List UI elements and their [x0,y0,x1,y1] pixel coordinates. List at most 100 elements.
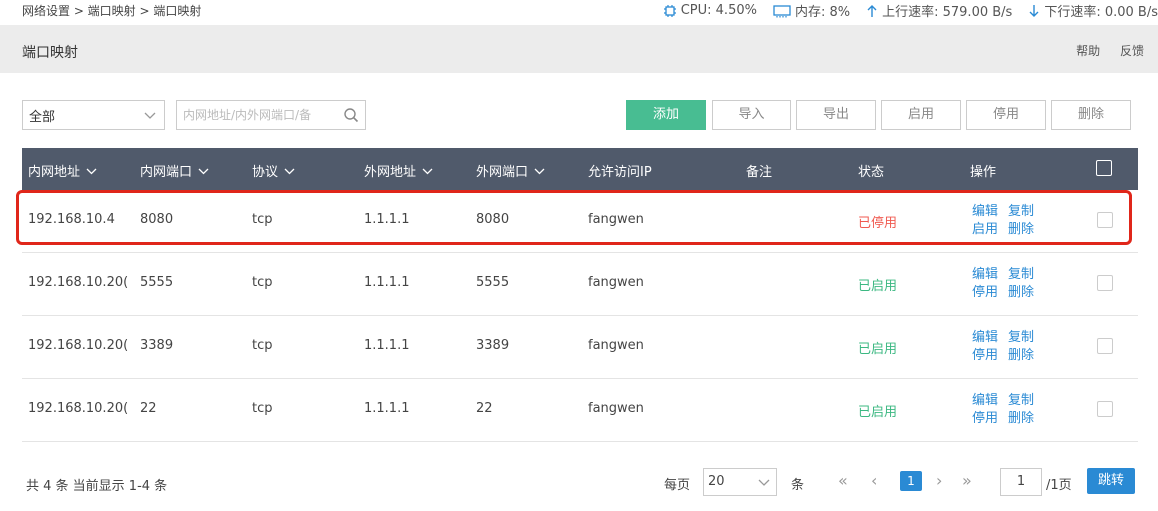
toggle-link[interactable]: 停用 [972,285,998,300]
arrow-up-icon [867,4,877,17]
search-box [176,100,366,130]
feedback-link[interactable]: 反馈 [1120,44,1144,58]
first-page-icon[interactable]: « [838,472,848,490]
toggle-link[interactable]: 启用 [972,222,998,237]
disable-button[interactable]: 停用 [966,100,1046,130]
last-page-icon[interactable]: » [962,472,972,490]
search-icon[interactable] [343,107,359,123]
delete-link[interactable]: 删除 [1008,285,1034,300]
wan-port-cell: 22 [476,401,493,416]
toolbar: 全部 添加 导入 导出 启用 停用 删除 [0,100,1158,132]
chevron-down-icon [198,168,209,174]
lan-ip-cell: 192.168.10.20( [28,401,129,416]
filter-select-value: 全部 [29,109,56,125]
toggle-link[interactable]: 停用 [972,411,998,426]
export-button[interactable]: 导出 [796,100,876,130]
edit-link[interactable]: 编辑 [972,204,998,219]
allow-ip-cell: fangwen [588,338,644,353]
status-badge: 已停用 [858,216,898,231]
add-button[interactable]: 添加 [626,100,706,130]
edit-link[interactable]: 编辑 [972,267,998,282]
chevron-down-icon [144,112,156,119]
row-actions: 编辑 复制 启用 删除 [972,203,1044,239]
total-pages: /1页 [1046,478,1072,493]
memory-icon [773,4,791,17]
column-protocol[interactable]: 协议 [252,161,295,180]
page-header: 端口映射 帮助 反馈 [0,25,1158,73]
lan-ip-cell: 192.168.10.20( [28,338,129,353]
column-wan-ip[interactable]: 外网地址 [364,161,433,180]
system-stats: CPU: 4.50% 内存: 8% 上行速率: 579.00 B/s 下行速率:… [647,1,1158,20]
page-title: 端口映射 [22,45,78,61]
wan-port-cell: 5555 [476,275,510,290]
status-badge: 已启用 [858,279,898,294]
filter-select[interactable]: 全部 [22,100,165,130]
wan-ip-cell: 1.1.1.1 [364,401,410,416]
status-badge: 已启用 [858,405,898,420]
wan-ip-cell: 1.1.1.1 [364,275,410,290]
row-checkbox[interactable] [1097,401,1113,417]
allow-ip-cell: fangwen [588,212,644,227]
help-link[interactable]: 帮助 [1076,44,1100,58]
chevron-down-icon [758,479,770,486]
lan-ip-cell: 192.168.10.4 [28,212,115,227]
protocol-cell: tcp [252,338,273,353]
current-page-button[interactable]: 1 [900,471,922,491]
column-status: 状态 [858,165,885,180]
wan-ip-cell: 1.1.1.1 [364,338,410,353]
cpu-usage: CPU: 4.50% [680,3,757,18]
wan-port-cell: 3389 [476,338,510,353]
delete-button[interactable]: 删除 [1051,100,1131,130]
delete-link[interactable]: 删除 [1008,348,1034,363]
per-page-select[interactable]: 20 [703,468,777,496]
column-allow-ip: 允许访问IP [588,165,652,180]
lan-ip-cell: 192.168.10.20( [28,275,129,290]
page-number-input[interactable]: 1 [1000,468,1042,496]
wan-ip-cell: 1.1.1.1 [364,212,410,227]
header-links: 帮助 反馈 [1060,42,1144,59]
row-checkbox[interactable] [1097,338,1113,354]
copy-link[interactable]: 复制 [1008,330,1034,345]
port-mapping-table: 内网地址 内网端口 协议 外网地址 外网端口 允许访问IP 备注 状态 操作 1… [22,148,1138,442]
search-input[interactable] [177,101,337,129]
table-header: 内网地址 内网端口 协议 外网地址 外网端口 允许访问IP 备注 状态 操作 [22,148,1138,190]
import-button[interactable]: 导入 [712,100,791,130]
next-page-icon[interactable]: › [936,472,942,490]
column-wan-port[interactable]: 外网端口 [476,161,545,180]
status-badge: 已启用 [858,342,898,357]
row-actions: 编辑 复制 停用 删除 [972,266,1044,302]
delete-link[interactable]: 删除 [1008,411,1034,426]
column-lan-ip[interactable]: 内网地址 [28,161,97,180]
chevron-down-icon [534,168,545,174]
cpu-stat: CPU: 4.50% [663,3,757,18]
copy-link[interactable]: 复制 [1008,204,1034,219]
cpu-icon [663,4,676,17]
column-actions: 操作 [970,165,997,180]
edit-link[interactable]: 编辑 [972,330,998,345]
upload-stat: 上行速率: 579.00 B/s [866,1,1012,20]
lan-port-cell: 3389 [140,338,174,353]
copy-link[interactable]: 复制 [1008,393,1034,408]
table-row: 192.168.10.20( 3389 tcp 1.1.1.1 3389 fan… [22,316,1138,379]
copy-link[interactable]: 复制 [1008,267,1034,282]
table-row: 192.168.10.20( 22 tcp 1.1.1.1 22 fangwen… [22,379,1138,442]
chevron-down-icon [284,168,295,174]
memory-stat: 内存: 8% [773,1,850,20]
jump-button[interactable]: 跳转 [1087,468,1135,494]
breadcrumb: 网络设置 > 端口映射 > 端口映射 [22,4,202,18]
column-lan-port[interactable]: 内网端口 [140,161,209,180]
toggle-link[interactable]: 停用 [972,348,998,363]
delete-link[interactable]: 删除 [1008,222,1034,237]
protocol-cell: tcp [252,275,273,290]
allow-ip-cell: fangwen [588,275,644,290]
row-actions: 编辑 复制 停用 删除 [972,329,1044,365]
enable-button[interactable]: 启用 [881,100,961,130]
protocol-cell: tcp [252,212,273,227]
prev-page-icon[interactable]: ‹ [871,472,877,490]
arrow-down-icon [1029,4,1039,17]
edit-link[interactable]: 编辑 [972,393,998,408]
row-checkbox[interactable] [1097,275,1113,291]
table-row: 192.168.10.20( 5555 tcp 1.1.1.1 5555 fan… [22,253,1138,316]
row-checkbox[interactable] [1097,212,1113,228]
select-all-checkbox[interactable] [1096,160,1112,176]
